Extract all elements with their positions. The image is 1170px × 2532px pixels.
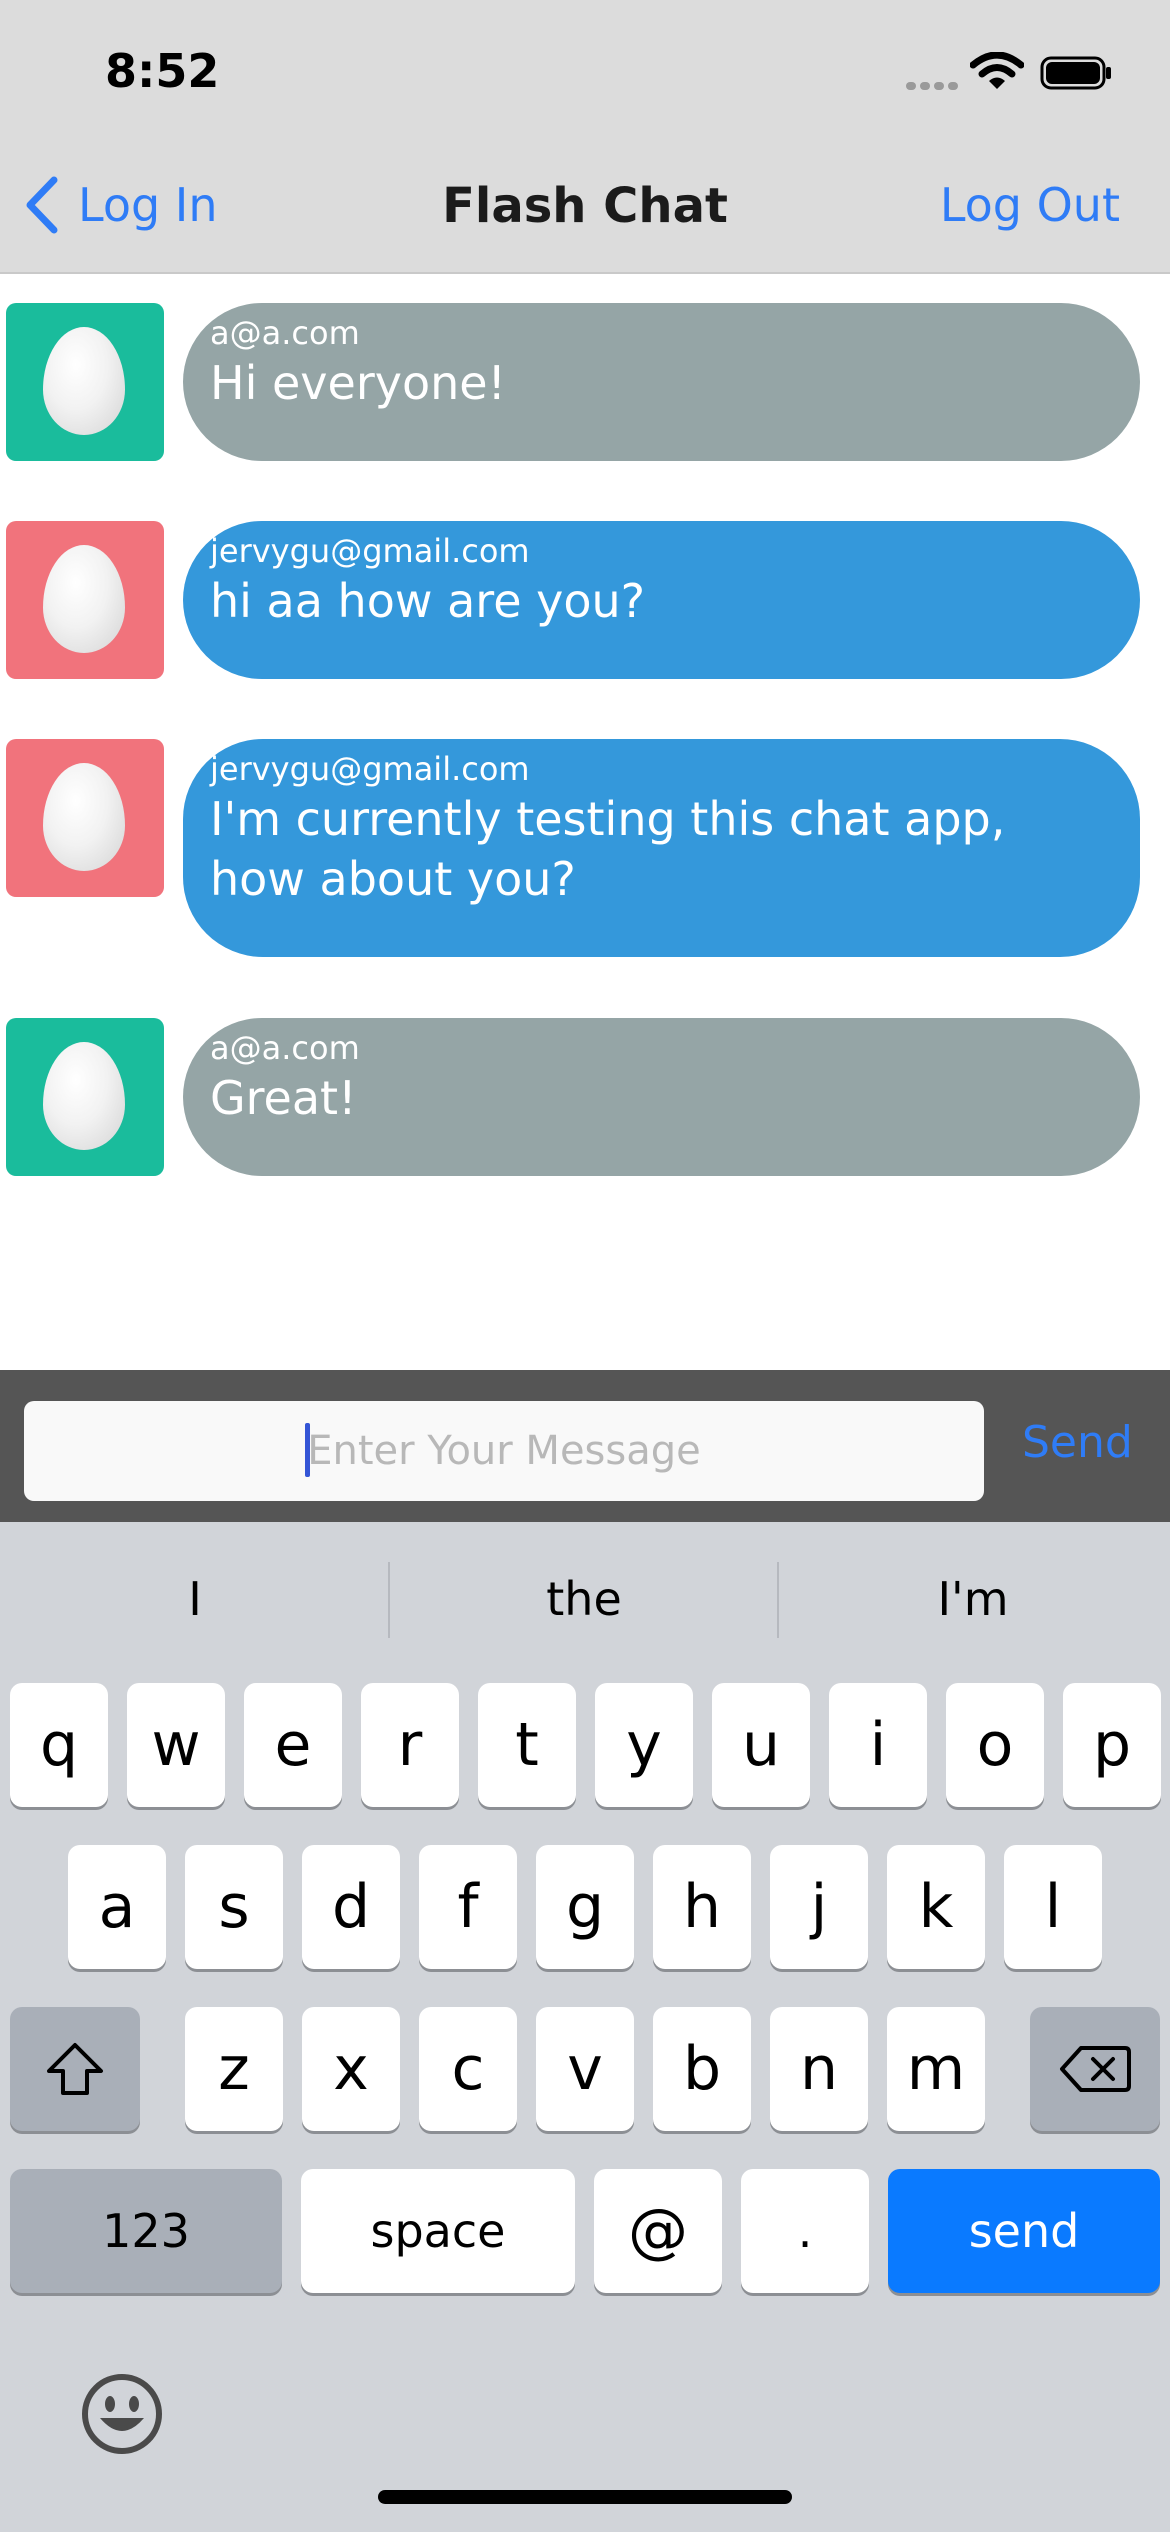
key-v[interactable]: v bbox=[536, 2007, 634, 2131]
message-sender: jervygu@gmail.com bbox=[210, 750, 530, 788]
key-n[interactable]: n bbox=[770, 2007, 868, 2131]
delete-key[interactable] bbox=[1030, 2007, 1160, 2131]
home-indicator bbox=[378, 2490, 792, 2504]
key-b[interactable]: b bbox=[653, 2007, 751, 2131]
key-r[interactable]: r bbox=[361, 1683, 459, 1807]
key-x[interactable]: x bbox=[302, 2007, 400, 2131]
suggestion-divider bbox=[777, 1562, 779, 1638]
dot-key[interactable]: . bbox=[741, 2169, 869, 2293]
key-o[interactable]: o bbox=[946, 1683, 1044, 1807]
backspace-icon bbox=[1060, 2046, 1131, 2092]
suggestion-item[interactable]: I bbox=[2, 1572, 388, 1626]
message-bubble: a@a.com Hi everyone! bbox=[183, 303, 1140, 461]
egg-icon bbox=[43, 763, 125, 871]
suggestion-item[interactable]: I'm bbox=[780, 1572, 1166, 1626]
status-time: 8:52 bbox=[105, 44, 220, 98]
key-k[interactable]: k bbox=[887, 1845, 985, 1969]
emoji-icon[interactable] bbox=[80, 2372, 164, 2456]
key-a[interactable]: a bbox=[68, 1845, 166, 1969]
key-l[interactable]: l bbox=[1004, 1845, 1102, 1969]
key-w[interactable]: w bbox=[127, 1683, 225, 1807]
key-i[interactable]: i bbox=[829, 1683, 927, 1807]
wifi-icon bbox=[970, 52, 1024, 89]
key-q[interactable]: q bbox=[10, 1683, 108, 1807]
avatar bbox=[6, 303, 164, 461]
keyboard-send-key[interactable]: send bbox=[888, 2169, 1160, 2293]
log-out-button[interactable]: Log Out bbox=[940, 178, 1120, 232]
message-bubble: jervygu@gmail.com I'm currently testing … bbox=[183, 739, 1140, 957]
message-sender: jervygu@gmail.com bbox=[210, 532, 530, 570]
key-z[interactable]: z bbox=[185, 2007, 283, 2131]
message-bubble: a@a.com Great! bbox=[183, 1018, 1140, 1176]
message-text: Hi everyone! bbox=[210, 356, 506, 410]
key-s[interactable]: s bbox=[185, 1845, 283, 1969]
suggestion-item[interactable]: the bbox=[391, 1572, 777, 1626]
send-button[interactable]: Send bbox=[1022, 1417, 1133, 1468]
message-bubble: jervygu@gmail.com hi aa how are you? bbox=[183, 521, 1140, 679]
avatar bbox=[6, 739, 164, 897]
key-g[interactable]: g bbox=[536, 1845, 634, 1969]
cellular-signal-icon bbox=[906, 82, 958, 90]
egg-icon bbox=[43, 1042, 125, 1150]
key-u[interactable]: u bbox=[712, 1683, 810, 1807]
avatar bbox=[6, 521, 164, 679]
key-c[interactable]: c bbox=[419, 2007, 517, 2131]
at-key[interactable]: @ bbox=[594, 2169, 722, 2293]
key-y[interactable]: y bbox=[595, 1683, 693, 1807]
egg-icon bbox=[43, 545, 125, 653]
numbers-key[interactable]: 123 bbox=[10, 2169, 282, 2293]
shift-key[interactable] bbox=[10, 2007, 140, 2131]
egg-icon bbox=[43, 327, 125, 435]
message-text: hi aa how are you? bbox=[210, 574, 646, 628]
suggestion-divider bbox=[388, 1562, 390, 1638]
message-text: I'm currently testing this chat app, how… bbox=[210, 792, 1006, 906]
key-h[interactable]: h bbox=[653, 1845, 751, 1969]
key-p[interactable]: p bbox=[1063, 1683, 1161, 1807]
key-t[interactable]: t bbox=[478, 1683, 576, 1807]
message-sender: a@a.com bbox=[210, 1029, 360, 1067]
key-f[interactable]: f bbox=[419, 1845, 517, 1969]
key-m[interactable]: m bbox=[887, 2007, 985, 2131]
avatar bbox=[6, 1018, 164, 1176]
message-input-placeholder: Enter Your Message bbox=[307, 1428, 701, 1474]
battery-icon bbox=[1040, 56, 1111, 90]
text-caret bbox=[305, 1423, 310, 1477]
key-j[interactable]: j bbox=[770, 1845, 868, 1969]
message-text: Great! bbox=[210, 1071, 357, 1125]
key-e[interactable]: e bbox=[244, 1683, 342, 1807]
message-sender: a@a.com bbox=[210, 314, 360, 352]
shift-icon bbox=[47, 2043, 103, 2095]
key-d[interactable]: d bbox=[302, 1845, 400, 1969]
space-key[interactable]: space bbox=[301, 2169, 575, 2293]
message-input[interactable]: Enter Your Message bbox=[24, 1401, 984, 1501]
